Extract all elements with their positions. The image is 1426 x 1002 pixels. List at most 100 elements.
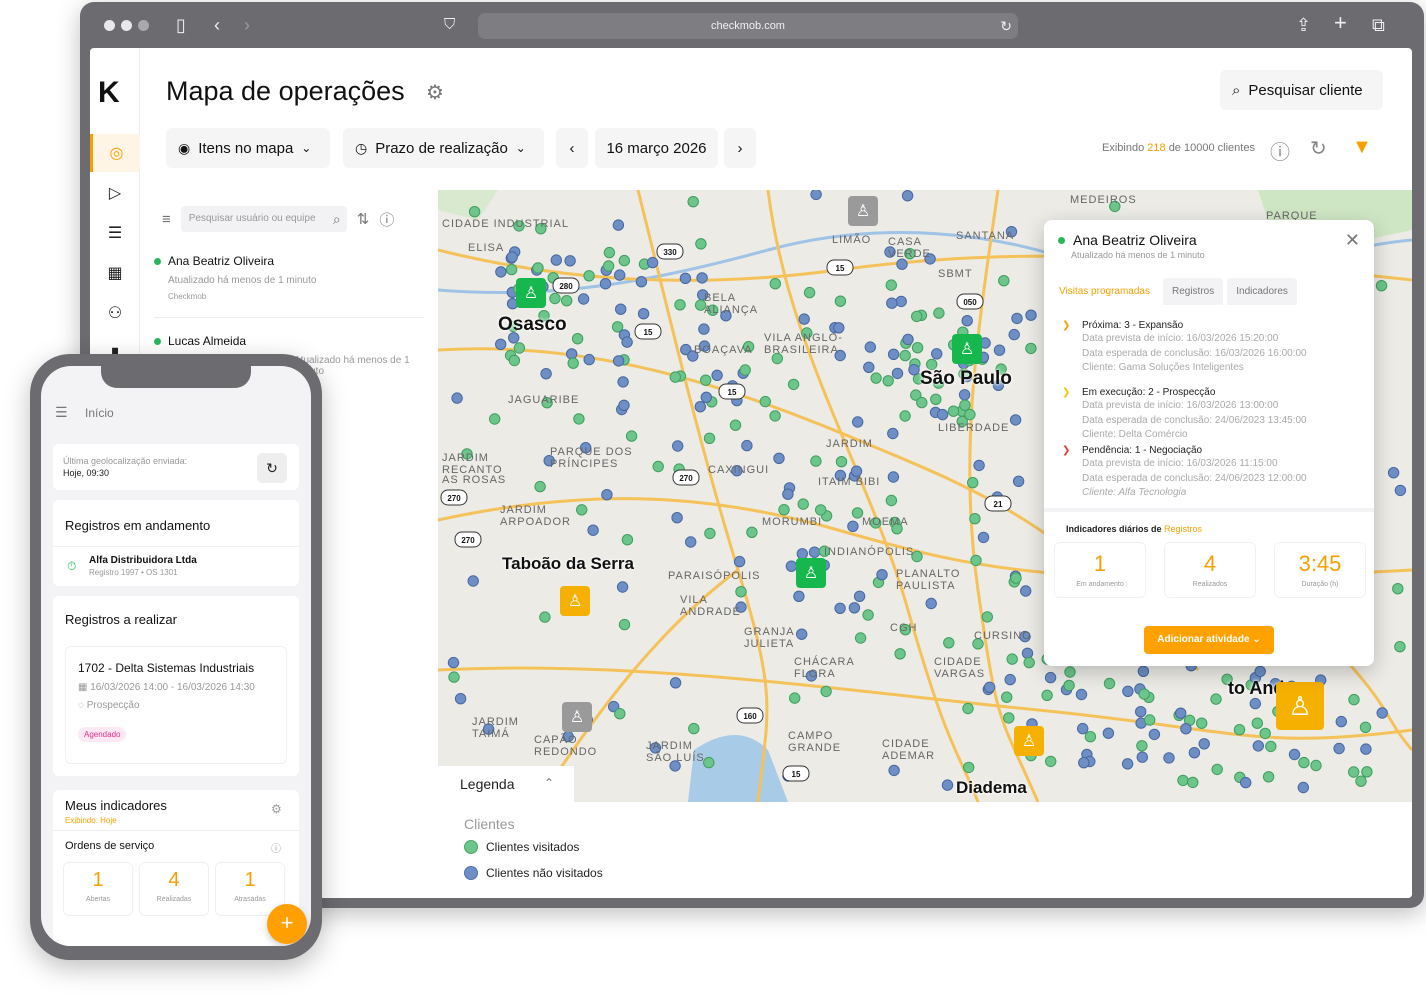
items-on-map-dropdown[interactable]: ◉ Itens no mapa ⌄ xyxy=(166,128,330,168)
send-nav-icon[interactable]: ▷ xyxy=(90,174,140,212)
reload-icon[interactable]: ↻ xyxy=(1000,13,1012,39)
visited-client-marker xyxy=(621,534,634,546)
in-progress-item[interactable]: ⏱ Alfa Distribuidora Ltda Registro 1997 … xyxy=(53,546,299,586)
user-location-pin[interactable]: ♙ xyxy=(562,702,592,732)
back-icon[interactable]: ‹ xyxy=(214,14,220,36)
building-nav-icon[interactable]: ▦ xyxy=(90,254,140,292)
visited-client-marker xyxy=(815,504,827,516)
map-place-label: Parque dos Príncipes xyxy=(550,446,633,470)
park-area xyxy=(438,190,498,220)
unvisited-client-marker xyxy=(1297,781,1309,794)
unvisited-client-marker xyxy=(599,278,612,290)
user-location-pin[interactable]: ♙ xyxy=(848,196,878,226)
task-card[interactable]: 1702 - Delta Sistemas Industriais ▦ 16/0… xyxy=(65,646,287,764)
map-place-label: Liberdade xyxy=(938,422,1010,434)
visited-client-marker xyxy=(1211,763,1223,776)
selected-user-pin[interactable]: ♙ xyxy=(1276,682,1324,730)
popover-user-name: Ana Beatriz Oliveira xyxy=(1073,232,1197,248)
map-place-label: Campo Grande xyxy=(788,730,842,754)
visited-client-marker xyxy=(964,408,976,421)
info-icon[interactable]: ⓘ xyxy=(271,840,281,855)
visited-client-marker xyxy=(1196,717,1208,729)
window-close-dot[interactable] xyxy=(104,20,115,31)
map-place-label: Jardim Taimá xyxy=(472,716,519,740)
visit-item[interactable]: ❯ Próxima: 3 - Expansão Data prevista de… xyxy=(1062,320,1307,376)
route-shield-label: 21 xyxy=(994,500,1003,509)
unvisited-client-marker xyxy=(886,297,898,309)
map-nav-icon[interactable]: ◎ xyxy=(90,134,140,172)
legend-item-label: Clientes visitados xyxy=(486,840,580,854)
tab-records[interactable]: Registros xyxy=(1162,278,1224,305)
add-activity-button[interactable]: Adicionar atividade ⌄ xyxy=(1144,626,1274,654)
unvisited-client-marker xyxy=(1044,671,1057,684)
refresh-icon[interactable]: ↻ xyxy=(257,453,287,483)
sort-icon[interactable]: ⇅ xyxy=(357,210,370,228)
showing-middle: de xyxy=(1168,142,1181,154)
unvisited-client-marker xyxy=(495,338,507,351)
users-nav-icon[interactable]: ⚇ xyxy=(90,294,140,332)
unvisited-client-marker xyxy=(1333,742,1345,755)
unvisited-client-marker xyxy=(863,361,875,374)
list-menu-icon[interactable]: ≡ xyxy=(162,211,171,228)
forward-icon[interactable]: › xyxy=(244,14,250,36)
visit-item[interactable]: ❯ Pendência: 1 - Negociação Data previst… xyxy=(1062,445,1307,501)
user-location-pin[interactable]: ♙ xyxy=(796,558,826,588)
shield-icon[interactable]: ⛉ xyxy=(444,14,455,36)
window-minimize-dot[interactable] xyxy=(121,20,132,31)
user-location-pin[interactable]: ♙ xyxy=(516,278,546,308)
visited-client-marker xyxy=(448,671,460,683)
indicators-link[interactable]: Registros xyxy=(1164,524,1202,534)
hamburger-menu-icon[interactable]: ☰ xyxy=(55,404,68,421)
visited-client-marker xyxy=(1394,641,1406,653)
checklist-nav-icon[interactable]: ☰ xyxy=(90,214,140,252)
visited-client-marker xyxy=(759,395,771,408)
search-client-button[interactable]: ⌕ Pesquisar cliente xyxy=(1220,70,1383,110)
window-zoom-dot[interactable] xyxy=(138,20,149,31)
share-icon[interactable]: ⇪ xyxy=(1296,14,1311,36)
add-fab-button[interactable]: + xyxy=(267,904,307,944)
user-location-pin[interactable]: ♙ xyxy=(1014,726,1044,756)
unvisited-client-marker xyxy=(1136,751,1148,763)
visited-client-marker xyxy=(1359,721,1372,733)
indicators-title-text: Indicadores diários de xyxy=(1066,524,1162,534)
gear-icon[interactable]: ⚙ xyxy=(426,80,444,105)
add-activity-label: Adicionar atividade xyxy=(1157,634,1250,645)
new-tab-icon[interactable]: + xyxy=(1334,12,1347,34)
user-list-item[interactable]: Ana Beatriz Oliveira Atualizado há menos… xyxy=(154,254,424,318)
tab-indicators[interactable]: Indicadores xyxy=(1227,278,1297,305)
gear-icon[interactable]: ⚙ xyxy=(271,802,282,816)
unvisited-client-marker xyxy=(1254,665,1266,678)
unvisited-client-marker xyxy=(891,367,904,380)
tabs-overview-icon[interactable]: ⧉ xyxy=(1372,14,1385,36)
chevron-down-icon: ⌄ xyxy=(515,141,526,155)
unvisited-client-marker xyxy=(1004,673,1016,686)
user-name-row: Lucas Almeida xyxy=(154,334,424,348)
map-place-label: As Rosas xyxy=(442,474,507,486)
close-icon[interactable]: ✕ xyxy=(1345,230,1360,251)
deadline-dropdown[interactable]: ◷ Prazo de realização ⌄ xyxy=(343,128,544,168)
next-date-button[interactable]: › xyxy=(724,128,756,168)
info-icon[interactable]: ⓘ xyxy=(1270,136,1290,165)
sidebar-toggle-icon[interactable]: ▯ xyxy=(176,14,186,36)
map-place-label: Chácara Flora xyxy=(794,656,855,680)
prev-date-button[interactable]: ‹ xyxy=(556,128,588,168)
unvisited-client-marker xyxy=(848,602,861,614)
visited-client-marker xyxy=(739,364,751,376)
route-shield-label: 15 xyxy=(728,388,737,397)
info-icon[interactable]: ⓘ xyxy=(379,209,394,230)
legend-item: Clientes não visitados xyxy=(464,866,603,880)
user-location-pin[interactable]: ♙ xyxy=(952,334,982,364)
search-user-input[interactable]: Pesquisar usuário ou equipe ⌕ xyxy=(180,206,347,232)
filter-icon[interactable]: ▼ xyxy=(1352,136,1372,159)
unvisited-client-marker xyxy=(887,471,900,483)
tab-visits[interactable]: Visitas programadas xyxy=(1050,278,1159,305)
date-picker[interactable]: 16 março 2026 xyxy=(595,128,718,168)
legend-toggle[interactable]: Legenda ⌃ xyxy=(438,766,574,804)
visited-client-marker xyxy=(505,263,518,276)
unvisited-client-marker xyxy=(1008,328,1020,341)
user-location-pin[interactable]: ♙ xyxy=(560,586,590,616)
refresh-icon[interactable]: ↻ xyxy=(1310,136,1327,161)
logo-icon[interactable]: K xyxy=(98,76,120,110)
visit-item[interactable]: ❯ Em execução: 2 - Prospecção Data previ… xyxy=(1062,387,1307,443)
address-bar[interactable]: checkmob.com ↻ xyxy=(478,13,1018,39)
